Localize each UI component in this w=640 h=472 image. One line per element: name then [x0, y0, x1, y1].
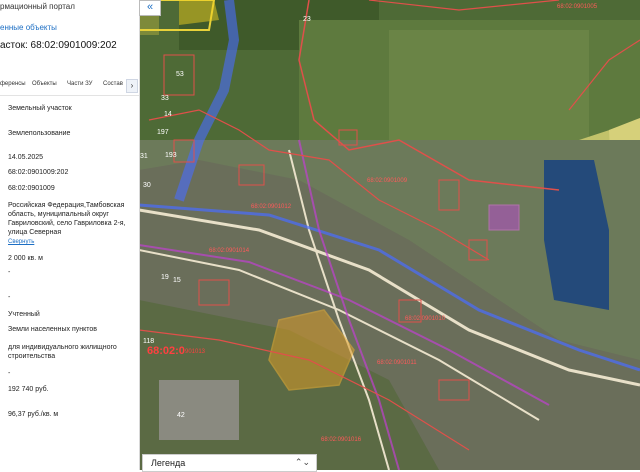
tab-objects[interactable]: Объекты	[32, 81, 57, 87]
tab-parts[interactable]: Части ЗУ	[67, 81, 92, 87]
quarter-value: 68:02:0901009	[8, 185, 55, 192]
parcel-num-193: 193	[165, 152, 177, 159]
chevron-updown-icon: ⌃⌄	[294, 457, 310, 467]
address-value: Российская Федерация,Тамбовская область,…	[8, 202, 126, 236]
satellite-map[interactable]: 68:02:0901005 68:02:0901009 68:02:090101…	[139, 0, 640, 470]
parcel-num-118: 118	[143, 338, 154, 345]
quarter-label-center: 68:02:0901009	[367, 178, 408, 184]
parcel-num-15: 15	[173, 277, 181, 284]
tab-references[interactable]: ференсы	[0, 81, 26, 87]
permitted-use-value: для индивидуального жилищного строительс…	[8, 344, 117, 360]
cadastral-number-value: 68:02:0901009:202	[8, 169, 69, 176]
quarter-label-bold-suffix: 901013	[185, 349, 206, 355]
tabs-scroll-right-icon[interactable]: ›	[126, 79, 138, 93]
quarter-label-bottom: 68:02:0901016	[321, 437, 362, 443]
specific-value: 96,37 руб./кв. м	[8, 411, 59, 418]
quarter-label-left-1: 68:02:0901012	[251, 204, 292, 210]
parcel-num-23: 23	[303, 16, 311, 23]
empty-value-2: -	[8, 294, 11, 301]
date-value: 14.05.2025	[8, 154, 44, 161]
collapse-panel-icon[interactable]: «	[139, 0, 161, 16]
quarter-label-lower: 68:02:0901011	[377, 360, 417, 366]
parcel-num-53: 53	[176, 71, 184, 78]
quarter-label-bold: 68:02:0	[147, 345, 185, 357]
parcel-num-31: 31	[140, 153, 148, 160]
info-panel: рмационный портал енные объекты асток: 6…	[0, 0, 140, 470]
empty-value-3: -	[8, 370, 11, 377]
portal-title: рмационный портал	[0, 2, 75, 11]
parcel-num-19: 19	[161, 274, 169, 281]
quarter-label-left-2: 68:02:0901014	[209, 248, 250, 254]
collapse-address-link[interactable]: Свернуть	[8, 239, 34, 245]
quarter-label-mid: 68:02:0901010	[405, 316, 446, 322]
legend-label: Легенда	[151, 458, 186, 468]
parcel-num-33: 33	[161, 95, 169, 102]
tab-composition[interactable]: Состав	[103, 81, 123, 87]
empty-value-1: -	[8, 269, 11, 276]
map-canvas: 68:02:0901005 68:02:0901009 68:02:090101…	[139, 0, 640, 470]
land-category-value: Земли населенных пунктов	[8, 326, 98, 333]
tab-bar: ференсы Объекты Части ЗУ Состав ›	[0, 76, 139, 96]
category-kind-value: Землепользование	[8, 130, 71, 137]
quarter-label-top-right: 68:02:0901005	[557, 4, 598, 10]
parcel-num-30: 30	[143, 182, 151, 189]
selected-objects-link[interactable]: енные объекты	[0, 23, 57, 32]
parcel-title: асток: 68:02:0901009:202	[0, 40, 117, 51]
area-value: 2 000 кв. м	[8, 255, 43, 262]
object-type-value: Земельный участок	[8, 105, 72, 112]
status-value: Учтенный	[8, 311, 40, 318]
cadastral-value: 192 740 руб.	[8, 386, 49, 393]
parcel-num-14: 14	[164, 111, 172, 118]
parcel-num-197: 197	[157, 129, 169, 136]
legend-dropdown[interactable]: Легенда ⌃⌄	[142, 454, 317, 472]
parcel-num-42: 42	[177, 412, 185, 419]
